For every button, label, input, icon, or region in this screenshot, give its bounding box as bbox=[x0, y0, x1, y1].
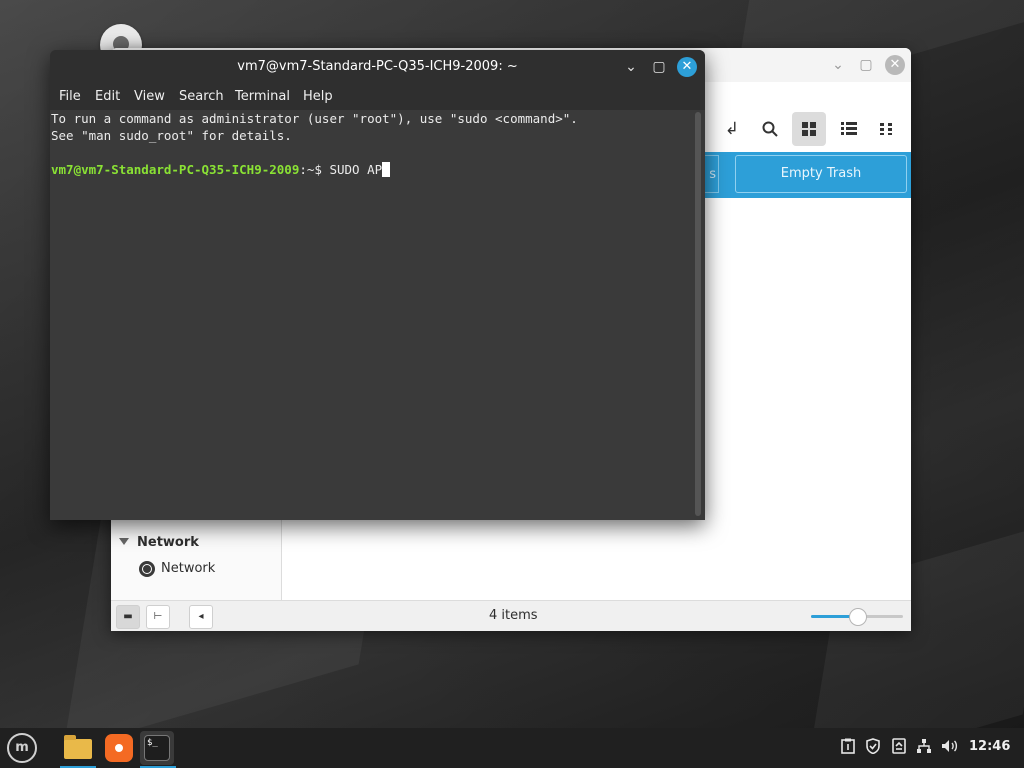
sidebar-item-network[interactable]: Network bbox=[161, 561, 215, 576]
empty-trash-button[interactable]: Empty Trash bbox=[735, 155, 907, 193]
folder-icon bbox=[64, 735, 92, 759]
zoom-slider[interactable] bbox=[811, 608, 903, 626]
clipboard-icon[interactable] bbox=[839, 738, 857, 756]
terminal-title: vm7@vm7-Standard-PC-Q35-ICH9-2009: ~ bbox=[237, 59, 518, 74]
mint-menu-button[interactable]: m bbox=[7, 733, 37, 763]
network-globe-icon bbox=[139, 561, 155, 577]
terminal-close-button[interactable]: ✕ bbox=[677, 57, 697, 77]
return-arrow-icon[interactable]: ↲ bbox=[715, 112, 749, 146]
terminal-line: To run a command as administrator (user … bbox=[51, 111, 578, 126]
terminal-line: See "man sudo_root" for details. bbox=[51, 128, 292, 143]
terminal-icon: $_ bbox=[144, 735, 170, 761]
zoom-slider-knob[interactable] bbox=[849, 608, 867, 626]
terminal-scrollbar[interactable] bbox=[695, 112, 701, 516]
taskbar: m $_ 12:46 bbox=[0, 728, 1024, 768]
volume-icon[interactable] bbox=[941, 738, 959, 756]
typed-command: SUDO AP bbox=[329, 162, 383, 177]
menu-terminal[interactable]: Terminal bbox=[235, 89, 290, 104]
text-cursor bbox=[382, 162, 391, 177]
shield-icon[interactable] bbox=[864, 738, 882, 756]
menu-search[interactable]: Search bbox=[179, 89, 224, 104]
network-icon[interactable] bbox=[915, 738, 933, 756]
fm-close-button[interactable]: ✕ bbox=[885, 55, 905, 75]
hide-sidebar-icon[interactable]: ◂ bbox=[189, 605, 213, 629]
collapse-arrow-icon[interactable] bbox=[119, 538, 129, 545]
menu-view[interactable]: View bbox=[134, 89, 165, 104]
update-icon[interactable] bbox=[890, 738, 908, 756]
item-count: 4 items bbox=[489, 608, 538, 623]
compact-view-icon[interactable] bbox=[870, 112, 904, 146]
menu-file[interactable]: File bbox=[59, 89, 81, 104]
terminal-maximize-button[interactable]: ▢ bbox=[650, 58, 668, 76]
terminal-minimize-button[interactable]: ⌄ bbox=[622, 58, 640, 76]
prompt-path: :~$ bbox=[299, 162, 330, 177]
fm-maximize-button[interactable]: ▢ bbox=[857, 56, 875, 74]
list-view-icon[interactable] bbox=[832, 112, 866, 146]
firefox-icon bbox=[105, 734, 133, 762]
search-icon[interactable] bbox=[753, 112, 787, 146]
terminal-menubar: File Edit View Search Terminal Help bbox=[50, 84, 705, 110]
fm-statusbar: ▬ ⊢ ◂ 4 items bbox=[111, 600, 911, 631]
terminal-output[interactable]: To run a command as administrator (user … bbox=[50, 110, 695, 520]
prompt-user-host: vm7@vm7-Standard-PC-Q35-ICH9-2009 bbox=[51, 162, 300, 177]
menu-edit[interactable]: Edit bbox=[95, 89, 120, 104]
firefox-launcher[interactable] bbox=[102, 731, 136, 765]
menu-help[interactable]: Help bbox=[303, 89, 333, 104]
files-launcher[interactable] bbox=[60, 731, 94, 765]
tree-sidebar-icon[interactable]: ⊢ bbox=[146, 605, 170, 629]
clock[interactable]: 12:46 bbox=[969, 739, 1010, 754]
terminal-prompt-line: vm7@vm7-Standard-PC-Q35-ICH9-2009:~$ SUD… bbox=[51, 162, 391, 177]
terminal-launcher[interactable]: $_ bbox=[140, 731, 174, 765]
terminal-window: vm7@vm7-Standard-PC-Q35-ICH9-2009: ~ ⌄ ▢… bbox=[50, 50, 705, 520]
fm-minimize-button[interactable]: ⌄ bbox=[829, 56, 847, 74]
places-sidebar-icon[interactable]: ▬ bbox=[116, 605, 140, 629]
sidebar-section-network[interactable]: Network bbox=[137, 535, 199, 550]
fm-sidebar: Network Network bbox=[111, 520, 282, 600]
grid-view-icon[interactable] bbox=[792, 112, 826, 146]
